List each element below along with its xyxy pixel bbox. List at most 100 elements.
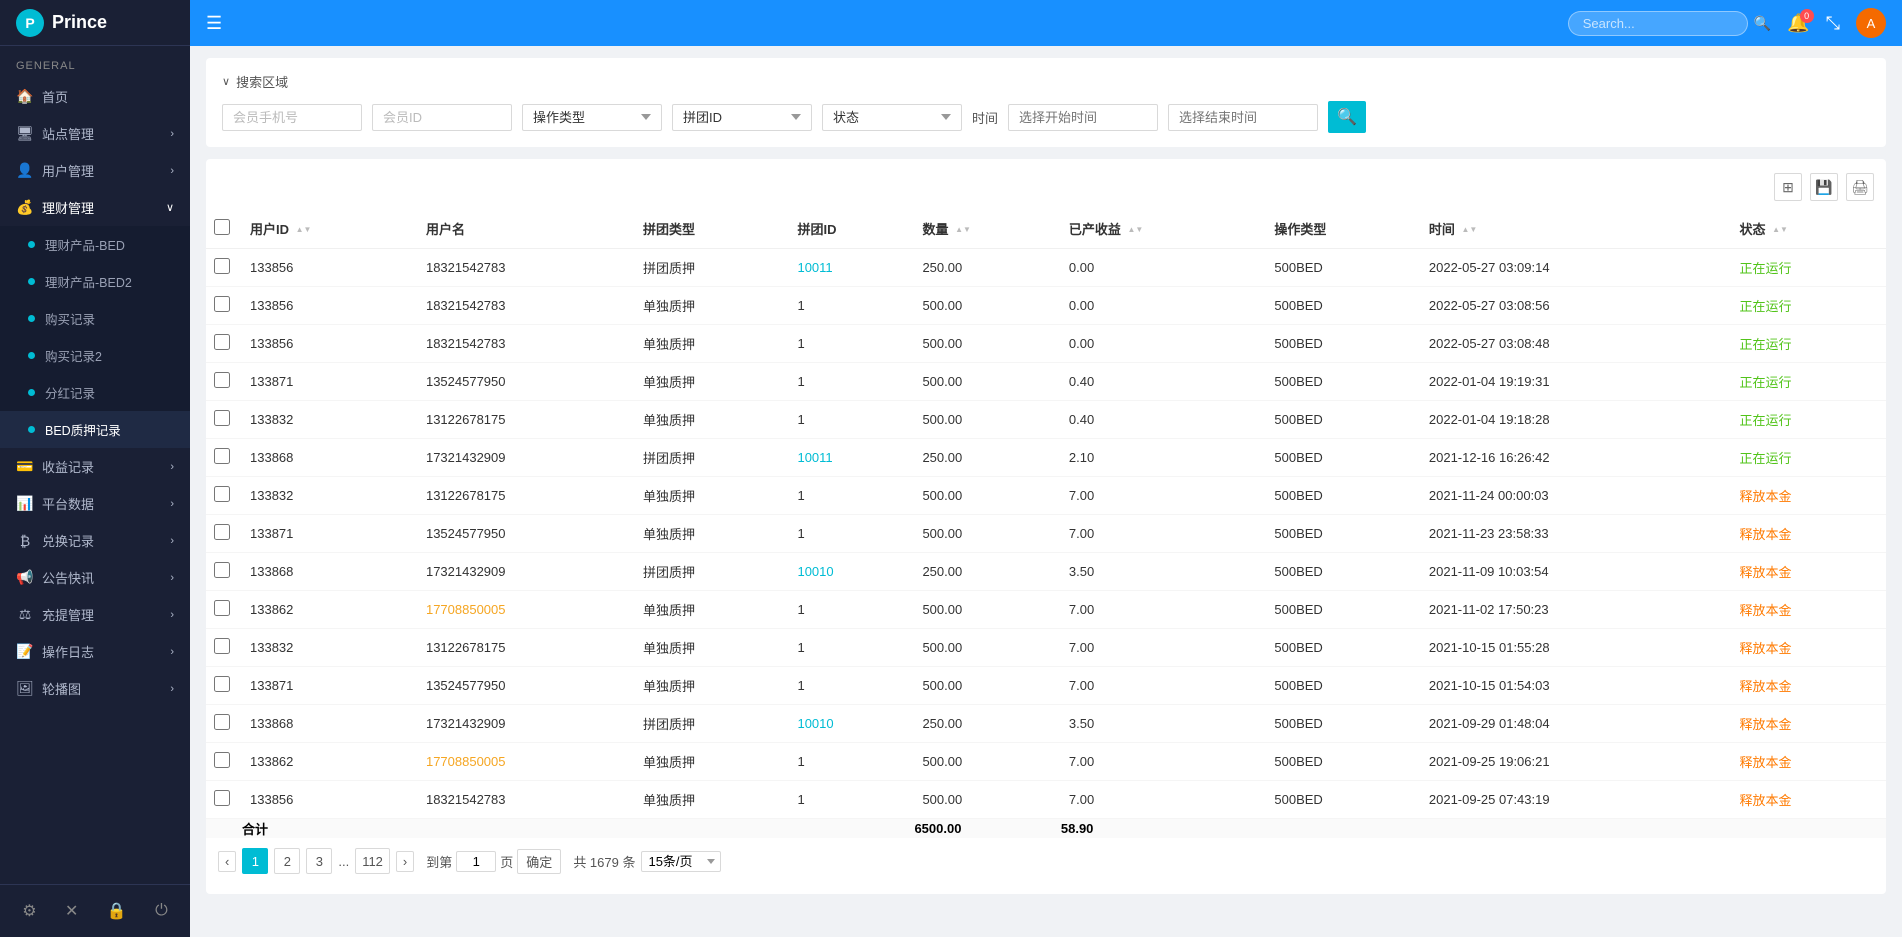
next-page-button[interactable]: › <box>396 851 414 872</box>
sidebar-item-purchase2[interactable]: 购买记录2 <box>0 337 190 374</box>
cell-time: 2021-11-24 00:00:03 <box>1421 477 1732 515</box>
row-checkbox[interactable] <box>214 410 230 426</box>
search-toggle[interactable]: ∨ 搜索区域 <box>222 72 1870 91</box>
cell-amount: 250.00 <box>914 439 1060 477</box>
end-time-input[interactable] <box>1168 104 1318 131</box>
page-jumper: 到第 页 确定 <box>426 849 561 874</box>
sidebar-item-finance[interactable]: 💰 理财管理 ∨ <box>0 189 190 226</box>
th-pledge-type: 拼团类型 <box>635 209 790 249</box>
row-checkbox[interactable] <box>214 752 230 768</box>
sidebar-item-product-bed2[interactable]: 理财产品-BED2 <box>0 263 190 300</box>
cell-time: 2021-11-23 23:58:33 <box>1421 515 1732 553</box>
main-area: ☰ 🔍 🔔 0 ⤡ A ∨ 搜索区域 操作类型 拼团ID <box>190 0 1902 937</box>
sidebar-item-product-bed[interactable]: 理财产品-BED <box>0 226 190 263</box>
lock-icon[interactable]: 🔒 <box>99 897 135 925</box>
page-size-select[interactable]: 15条/页 20条/页 50条/页 100条/页 <box>641 851 721 872</box>
arrow-icon: › <box>170 572 174 584</box>
member-id-input[interactable] <box>372 104 512 131</box>
arrow-icon: › <box>170 165 174 177</box>
cell-user-id: 133862 <box>242 743 418 781</box>
sidebar-item-station[interactable]: 🖥 站点管理 › <box>0 115 190 152</box>
sort-arrows[interactable]: ▲▼ <box>955 226 971 235</box>
sort-arrows[interactable]: ▲▼ <box>1772 226 1788 235</box>
cell-op-type: 500BED <box>1266 591 1421 629</box>
sort-arrows[interactable]: ▲▼ <box>1462 226 1478 235</box>
row-checkbox[interactable] <box>214 448 230 464</box>
cell-group-id: 1 <box>789 591 914 629</box>
start-time-input[interactable] <box>1008 104 1158 131</box>
page-unit-label: 页 <box>500 852 513 871</box>
status-select[interactable]: 状态 <box>822 104 962 131</box>
row-checkbox[interactable] <box>214 486 230 502</box>
cell-status: 正在运行 <box>1731 363 1886 401</box>
sidebar-item-exchange[interactable]: ₿ 兑换记录 › <box>0 522 190 559</box>
row-checkbox[interactable] <box>214 638 230 654</box>
expand-icon[interactable]: ⤡ <box>1826 13 1840 34</box>
avatar[interactable]: A <box>1856 8 1886 38</box>
search-input[interactable] <box>1568 11 1748 36</box>
tools-icon[interactable]: ✕ <box>57 897 86 925</box>
row-checkbox[interactable] <box>214 334 230 350</box>
page-1-button[interactable]: 1 <box>242 848 268 874</box>
sidebar-item-platform[interactable]: 📊 平台数据 › <box>0 485 190 522</box>
prev-page-button[interactable]: ‹ <box>218 851 236 872</box>
sidebar-item-label: 用户管理 <box>42 161 94 180</box>
search-row: 操作类型 拼团ID 状态 时间 🔍 <box>222 101 1870 133</box>
cell-status: 释放本金 <box>1731 743 1886 781</box>
cell-earned: 0.00 <box>1061 249 1267 287</box>
sidebar-item-income[interactable]: 💳 收益记录 › <box>0 448 190 485</box>
cell-pledge-type: 拼团质押 <box>635 439 790 477</box>
sidebar-item-recharge[interactable]: ⚖ 充提管理 › <box>0 596 190 633</box>
sidebar-item-dividend[interactable]: 分红记录 <box>0 374 190 411</box>
row-checkbox[interactable] <box>214 600 230 616</box>
power-icon[interactable]: ⏻ <box>147 898 176 924</box>
row-checkbox[interactable] <box>214 676 230 692</box>
cell-status: 正在运行 <box>1731 287 1886 325</box>
group-id-select[interactable]: 拼团ID <box>672 104 812 131</box>
row-checkbox[interactable] <box>214 296 230 312</box>
sidebar-bottom: ⚙ ✕ 🔒 ⏻ <box>0 884 190 937</box>
page-112-button[interactable]: 112 <box>355 848 390 874</box>
export-button[interactable]: 💾 <box>1810 173 1838 201</box>
row-checkbox[interactable] <box>214 562 230 578</box>
member-phone-input[interactable] <box>222 104 362 131</box>
page-confirm-button[interactable]: 确定 <box>517 849 561 874</box>
page-3-button[interactable]: 3 <box>306 848 332 874</box>
sidebar-item-purchase[interactable]: 购买记录 <box>0 300 190 337</box>
gear-icon[interactable]: ⚙ <box>14 897 44 925</box>
menu-toggle-icon[interactable]: ☰ <box>206 13 222 34</box>
cell-op-type: 500BED <box>1266 705 1421 743</box>
cell-username: 13122678175 <box>418 477 635 515</box>
select-all-checkbox[interactable] <box>214 219 230 235</box>
notification-bell[interactable]: 🔔 0 <box>1787 13 1809 34</box>
sort-arrows[interactable]: ▲▼ <box>296 226 312 235</box>
page-jump-input[interactable] <box>456 851 496 872</box>
search-icon[interactable]: 🔍 <box>1754 15 1771 32</box>
sidebar-item-user[interactable]: 👤 用户管理 › <box>0 152 190 189</box>
row-checkbox[interactable] <box>214 258 230 274</box>
sidebar-item-oplog[interactable]: 📝 操作日志 › <box>0 633 190 670</box>
sidebar-item-banner[interactable]: 🖼 轮播图 › <box>0 670 190 707</box>
operation-type-select[interactable]: 操作类型 <box>522 104 662 131</box>
cell-username: 18321542783 <box>418 325 635 363</box>
row-checkbox[interactable] <box>214 790 230 806</box>
sort-arrows[interactable]: ▲▼ <box>1128 226 1144 235</box>
sidebar-item-home[interactable]: 🏠 首页 <box>0 78 190 115</box>
page-2-button[interactable]: 2 <box>274 848 300 874</box>
sidebar-item-label: 平台数据 <box>42 494 94 513</box>
sidebar-sub-label: 理财产品-BED <box>45 235 125 254</box>
cell-time: 2021-11-02 17:50:23 <box>1421 591 1732 629</box>
chevron-down-icon: ∨ <box>222 75 230 88</box>
recharge-icon: ⚖ <box>16 606 34 624</box>
sidebar-item-notice[interactable]: 📢 公告快讯 › <box>0 559 190 596</box>
sidebar-sub-label: 分红记录 <box>45 383 95 402</box>
row-checkbox[interactable] <box>214 372 230 388</box>
table-row: 133856 18321542783 单独质押 1 500.00 7.00 50… <box>206 781 1886 819</box>
grid-view-button[interactable]: ⊞ <box>1774 173 1802 201</box>
cell-group-id: 1 <box>789 401 914 439</box>
search-button[interactable]: 🔍 <box>1328 101 1366 133</box>
row-checkbox[interactable] <box>214 714 230 730</box>
sidebar-item-bed-pledge[interactable]: BED质押记录 <box>0 411 190 448</box>
print-button[interactable]: 🖨 <box>1846 173 1874 201</box>
row-checkbox[interactable] <box>214 524 230 540</box>
